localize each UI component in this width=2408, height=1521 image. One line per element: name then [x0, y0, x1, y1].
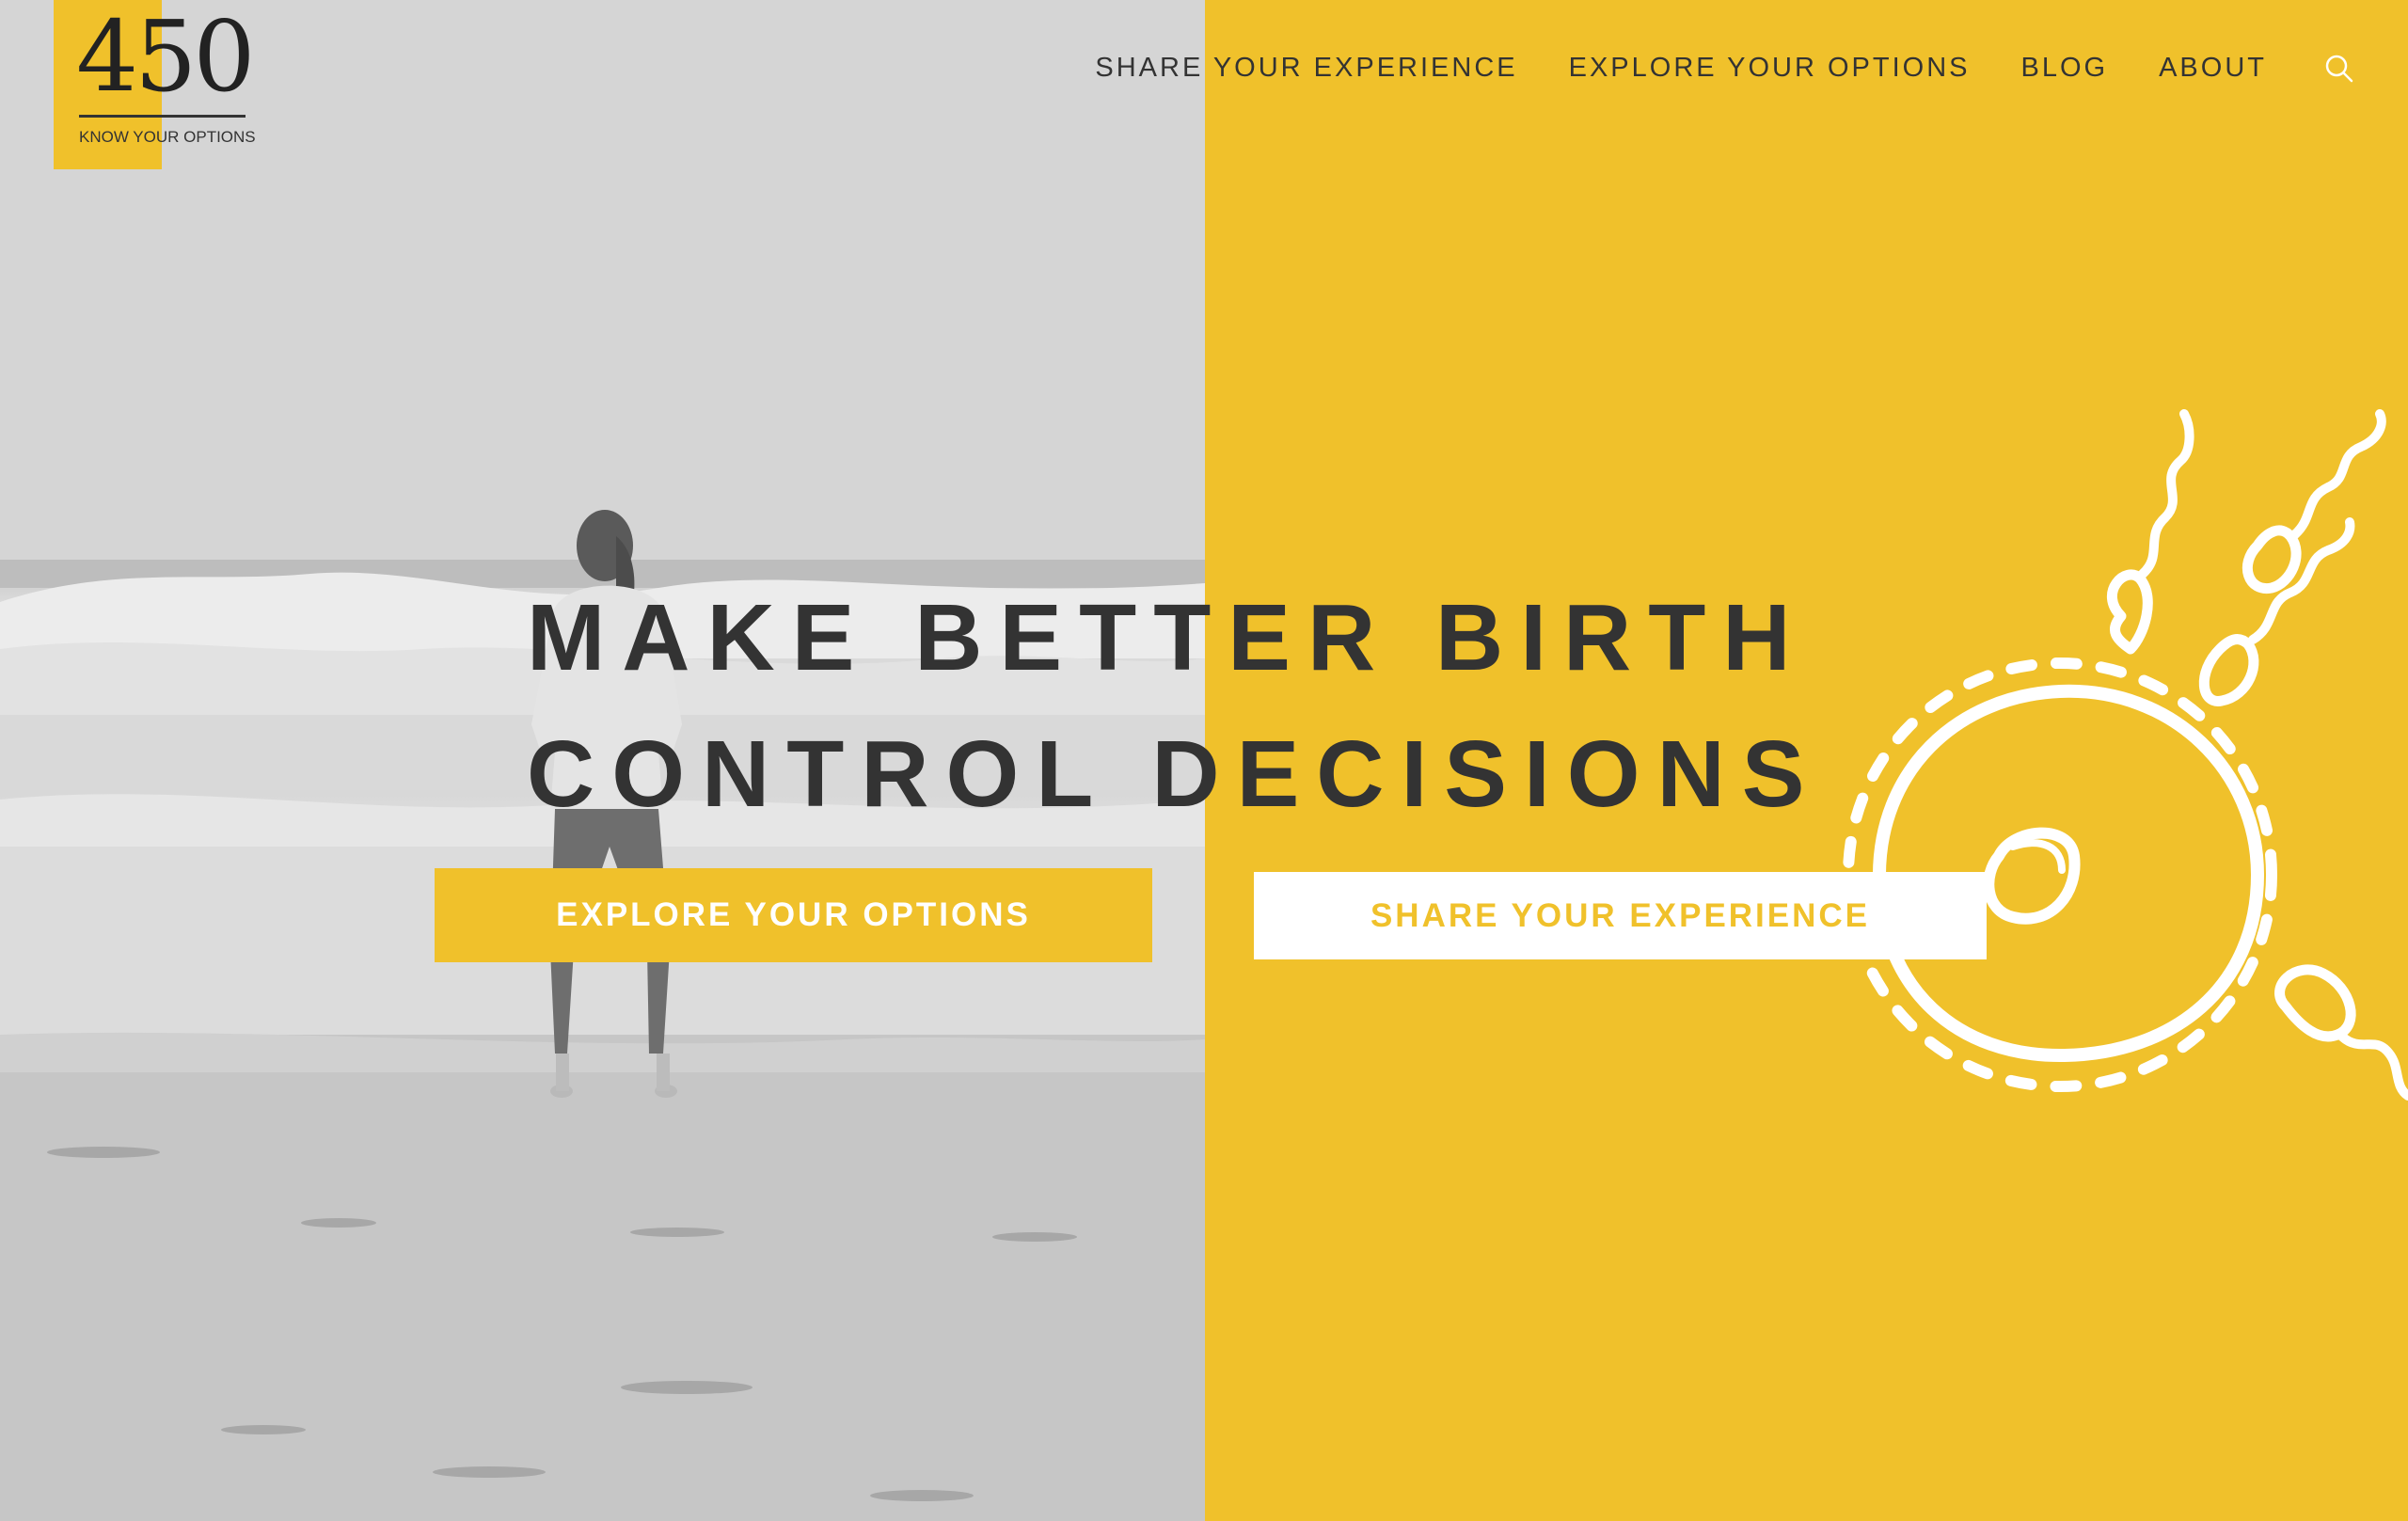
headline-line-1: MAKE BETTER BIRTH — [527, 585, 1808, 690]
site-logo[interactable]: 450 KNOW YOUR OPTIONS — [54, 0, 261, 169]
main-nav: SHARE YOUR EXPERIENCE EXPLORE YOUR OPTIO… — [1095, 53, 2267, 84]
logo-divider — [79, 115, 246, 118]
logo-tagline: KNOW YOUR OPTIONS — [79, 128, 256, 146]
nav-item-blog[interactable]: BLOG — [2021, 53, 2109, 84]
page: 450 KNOW YOUR OPTIONS SHARE YOUR EXPERIE… — [0, 0, 2408, 1521]
sperm-egg-illustration — [1843, 409, 2408, 1101]
logo-number: 450 — [76, 0, 256, 114]
search-icon[interactable] — [2323, 53, 2355, 85]
share-experience-button[interactable]: SHARE YOUR EXPERIENCE — [1254, 872, 1987, 959]
nav-item-about[interactable]: ABOUT — [2159, 53, 2267, 84]
explore-options-button[interactable]: EXPLORE YOUR OPTIONS — [435, 868, 1152, 962]
hero-headline: MAKE BETTER BIRTH CONTROL DECISIONS — [527, 570, 1900, 843]
nav-item-explore-options[interactable]: EXPLORE YOUR OPTIONS — [1569, 53, 1971, 84]
nav-item-share-experience[interactable]: SHARE YOUR EXPERIENCE — [1095, 53, 1517, 84]
headline-line-2: CONTROL DECISIONS — [527, 721, 1822, 827]
